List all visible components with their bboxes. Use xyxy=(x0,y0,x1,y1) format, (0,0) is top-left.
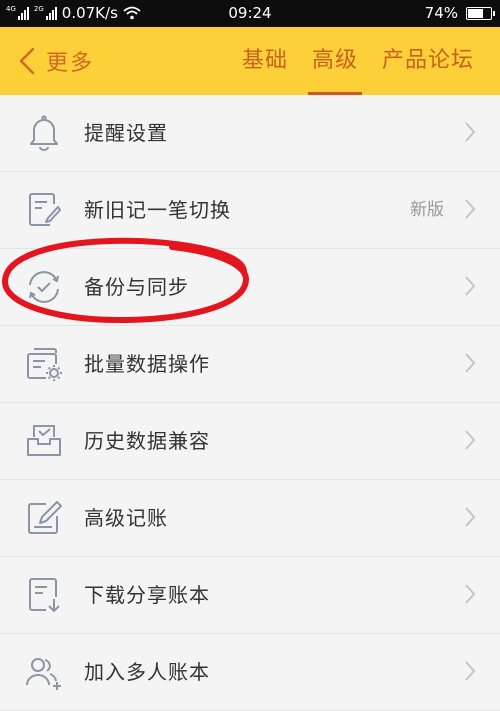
tab-forum[interactable]: 产品论坛 xyxy=(370,27,486,95)
edit-note-icon xyxy=(24,190,64,230)
menu-item-reminder[interactable]: 提醒设置 xyxy=(0,95,500,172)
chevron-right-icon xyxy=(465,276,476,296)
chevron-right-icon xyxy=(465,430,476,450)
menu-item-download-share[interactable]: 下载分享账本 xyxy=(0,557,500,634)
status-right: 74% xyxy=(424,4,495,22)
back-label: 更多 xyxy=(46,51,95,76)
menu-item-label: 历史数据兼容 xyxy=(84,429,210,453)
pencil-box-icon xyxy=(24,498,64,538)
status-bar: 4G 2G 0.07K/s 09:24 74% xyxy=(0,0,500,27)
menu-item-label: 批量数据操作 xyxy=(84,352,210,376)
battery-percent: 74% xyxy=(424,4,458,22)
chevron-right-icon xyxy=(465,353,476,373)
add-users-icon xyxy=(24,652,64,692)
menu-item-label: 加入多人账本 xyxy=(84,660,210,684)
battery-icon xyxy=(466,6,495,20)
bell-icon xyxy=(24,113,64,153)
chevron-right-icon xyxy=(465,122,476,142)
menu-item-join-shared[interactable]: 加入多人账本 xyxy=(0,634,500,711)
chevron-right-icon xyxy=(465,507,476,527)
sync-check-icon xyxy=(24,267,64,307)
header-bar: 更多 基础 高级 产品论坛 xyxy=(0,27,500,95)
inbox-icon xyxy=(24,421,64,461)
menu-item-advanced-bookkeeping[interactable]: 高级记账 xyxy=(0,480,500,557)
menu-item-label: 新旧记一笔切换 xyxy=(84,198,231,222)
tab-advanced[interactable]: 高级 xyxy=(300,27,370,95)
tab-bar: 基础 高级 产品论坛 xyxy=(230,27,486,95)
menu-item-label: 高级记账 xyxy=(84,506,168,530)
menu-item-backup-sync[interactable]: 备份与同步 xyxy=(0,249,500,326)
chevron-right-icon xyxy=(465,661,476,681)
back-button[interactable]: 更多 xyxy=(18,45,94,77)
chevron-left-icon xyxy=(19,47,35,75)
tab-basic[interactable]: 基础 xyxy=(230,27,300,95)
book-download-icon xyxy=(24,575,64,615)
menu-item-label: 提醒设置 xyxy=(84,121,168,145)
menu-item-history-compat[interactable]: 历史数据兼容 xyxy=(0,403,500,480)
batch-settings-icon xyxy=(24,344,64,384)
menu-item-label: 备份与同步 xyxy=(84,275,189,299)
menu-item-batch-data[interactable]: 批量数据操作 xyxy=(0,326,500,403)
menu-item-switch-editor[interactable]: 新旧记一笔切换 新版 xyxy=(0,172,500,249)
menu-item-label: 下载分享账本 xyxy=(84,583,210,607)
new-version-badge: 新版 xyxy=(410,200,444,220)
chevron-right-icon xyxy=(465,199,476,219)
settings-list: 提醒设置 新旧记一笔切换 新版 备份与同步 批量数据操作 历史数据兼容 高级记账… xyxy=(0,95,500,711)
chevron-right-icon xyxy=(465,584,476,604)
